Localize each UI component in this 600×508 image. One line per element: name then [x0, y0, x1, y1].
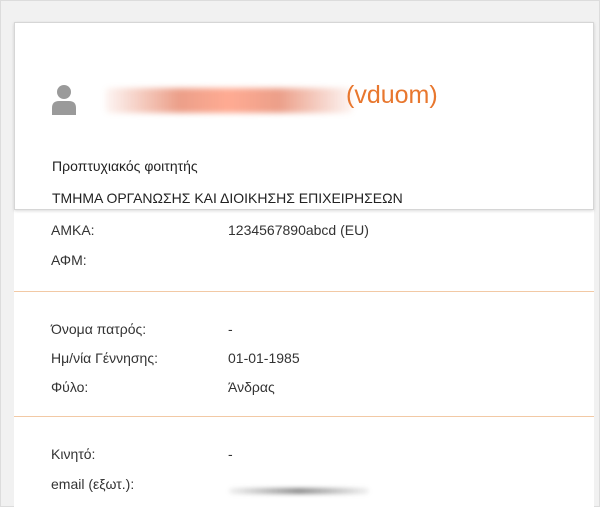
- section-divider: [14, 291, 594, 292]
- afm-label: ΑΦΜ:: [51, 252, 87, 268]
- redacted-full-name: [105, 88, 353, 113]
- amka-label: ΑΜΚΑ:: [51, 222, 95, 238]
- mobile-label: Κινητό:: [51, 446, 96, 462]
- gender-label: Φύλο:: [51, 379, 89, 395]
- gender-value: Άνδρας: [228, 379, 275, 395]
- mobile-value: -: [228, 446, 233, 462]
- section-divider: [14, 416, 594, 417]
- amka-value: 1234567890abcd (EU): [228, 222, 369, 238]
- birth-date-value: 01-01-1985: [228, 350, 300, 366]
- birth-date-label: Ημ/νία Γέννησης:: [51, 350, 158, 366]
- redacted-email: [229, 488, 369, 494]
- username: (vduom): [346, 81, 438, 109]
- email-label: email (εξωτ.):: [51, 476, 135, 492]
- father-name-value: -: [228, 321, 233, 337]
- student-role: Προπτυχιακός φοιτητής: [52, 158, 198, 174]
- profile-panel: (vduom) Προπτυχιακός φοιτητής ΤΜΗΜΑ ΟΡΓΑ…: [0, 0, 600, 508]
- father-name-label: Όνομα πατρός:: [51, 321, 147, 337]
- profile-details: ΑΜΚΑ: 1234567890abcd (EU) ΑΦΜ: Όνομα πατ…: [14, 206, 594, 508]
- user-silhouette-icon: [52, 85, 76, 115]
- department-name: ΤΜΗΜΑ ΟΡΓΑΝΩΣΗΣ ΚΑΙ ΔΙΟΙΚΗΣΗΣ ΕΠΙΧΕΙΡΗΣΕ…: [52, 190, 403, 206]
- profile-header-card: (vduom) Προπτυχιακός φοιτητής ΤΜΗΜΑ ΟΡΓΑ…: [14, 22, 594, 210]
